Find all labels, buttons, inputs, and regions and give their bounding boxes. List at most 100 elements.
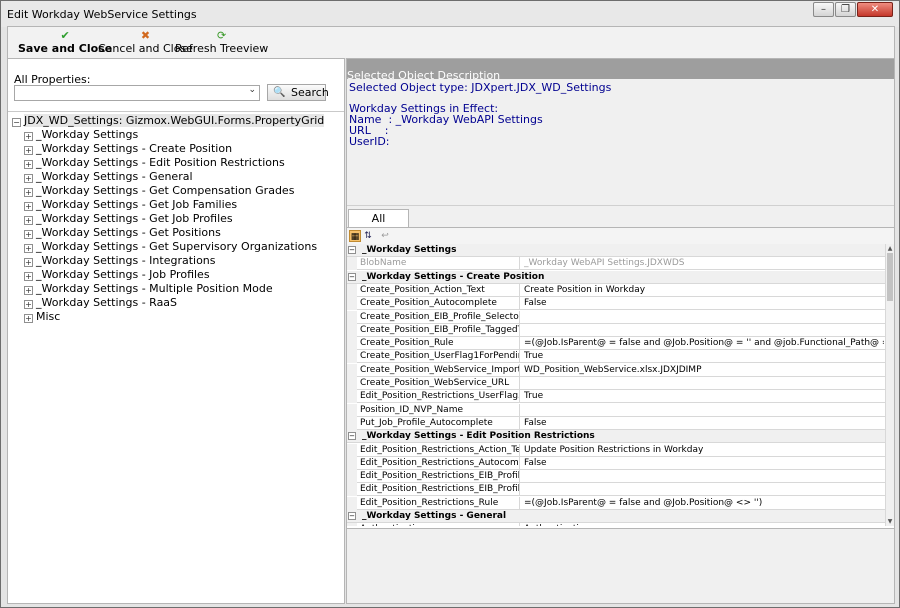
tree-item[interactable]: + _Workday Settings - Integrations bbox=[24, 254, 216, 268]
tree-root[interactable]: − JDX_WD_Settings: Gizmox.WebGUI.Forms.Pr… bbox=[12, 114, 325, 128]
refresh-treeview-button[interactable]: ⟳ Refresh Treeview bbox=[175, 29, 268, 55]
tree-item[interactable]: + _Workday Settings - Job Profiles bbox=[24, 268, 210, 282]
row-gutter bbox=[347, 363, 357, 377]
expand-icon[interactable]: + bbox=[24, 132, 33, 141]
grid-property-row[interactable]: Edit_Position_Restrictions_Autocomplete F… bbox=[347, 456, 885, 470]
grid-property-row[interactable]: Edit_Position_Restrictions_UserFlag5ForP… bbox=[347, 390, 885, 404]
grid-property-row[interactable]: Create_Position_Autocomplete False bbox=[347, 297, 885, 311]
grid-property-row[interactable]: Position_ID_NVP_Name bbox=[347, 403, 885, 417]
grid-property-row[interactable]: Edit_Position_Restrictions_Rule =(@Job.Is… bbox=[347, 496, 885, 510]
tree-item[interactable]: + _Workday Settings - Get Supervisory Org… bbox=[24, 240, 317, 254]
grid-category-row[interactable]: − _Workday Settings bbox=[347, 244, 885, 257]
collapse-icon[interactable]: − bbox=[348, 512, 356, 520]
collapse-icon[interactable]: − bbox=[348, 432, 356, 441]
grid-category-row[interactable]: − _Workday Settings - General bbox=[347, 510, 885, 523]
property-name: Create_Position_EIB_Profile_Selector bbox=[360, 310, 520, 324]
property-name: Create_Position_WebService_Import_Profil… bbox=[360, 363, 520, 377]
grid-property-row[interactable]: Edit_Position_Restrictions_EIB_Profile_S… bbox=[347, 470, 885, 484]
tree-item[interactable]: + _Workday Settings - General bbox=[24, 170, 193, 184]
tree-item-label: _Workday Settings - Get Job Profiles bbox=[36, 212, 233, 225]
expand-icon[interactable]: + bbox=[24, 272, 33, 281]
property-value[interactable]: =(@Job.IsParent@ = false and @Job.Positi… bbox=[524, 337, 884, 350]
tree-item[interactable]: + _Workday Settings - Edit Position Restr… bbox=[24, 156, 285, 170]
grid-property-row[interactable]: Authentication Authentication bbox=[347, 523, 885, 526]
tree-item[interactable]: + _Workday Settings - Get Compensation Gr… bbox=[24, 184, 294, 198]
row-gutter bbox=[347, 377, 357, 390]
grid-property-row[interactable]: Edit_Position_Restrictions_EIB_Profile_T… bbox=[347, 483, 885, 497]
scroll-up-icon[interactable]: ▲ bbox=[886, 244, 894, 253]
expand-icon[interactable]: + bbox=[24, 202, 33, 211]
property-value[interactable] bbox=[524, 470, 884, 483]
tree-item[interactable]: + _Workday Settings - RaaS bbox=[24, 296, 177, 310]
expand-icon[interactable]: + bbox=[24, 230, 33, 239]
property-name: Position_ID_NVP_Name bbox=[360, 403, 520, 417]
properties-combo[interactable]: ⌄ bbox=[14, 85, 260, 101]
property-value[interactable]: Authentication bbox=[524, 523, 884, 526]
property-value[interactable] bbox=[524, 377, 884, 390]
grid-property-row[interactable]: Put_Job_Profile_Autocomplete False bbox=[347, 416, 885, 430]
property-name: BlobName bbox=[360, 257, 520, 271]
tree-item[interactable]: + Misc bbox=[24, 310, 60, 324]
chevron-down-icon[interactable]: ⌄ bbox=[248, 85, 256, 95]
close-icon[interactable]: ✕ bbox=[857, 2, 893, 17]
property-value[interactable]: Create Position in Workday bbox=[524, 284, 884, 297]
expand-icon[interactable]: + bbox=[24, 314, 33, 323]
property-value[interactable] bbox=[524, 483, 884, 496]
property-value[interactable]: False bbox=[524, 297, 884, 310]
tree-item-label: _Workday Settings - Integrations bbox=[36, 254, 216, 267]
property-value[interactable]: True bbox=[524, 390, 884, 403]
tree-item[interactable]: + _Workday Settings bbox=[24, 128, 138, 142]
categorized-icon[interactable]: ▦ bbox=[349, 230, 361, 242]
restore-icon[interactable]: ❐ bbox=[835, 2, 856, 17]
property-pages-icon[interactable]: ↩ bbox=[379, 230, 391, 242]
tree-item[interactable]: + _Workday Settings - Get Positions bbox=[24, 226, 221, 240]
collapse-icon[interactable]: − bbox=[348, 272, 356, 281]
collapse-icon[interactable]: − bbox=[348, 246, 356, 254]
property-value[interactable]: =(@Job.IsParent@ = false and @Job.Positi… bbox=[524, 497, 884, 510]
grid-property-row[interactable]: Create_Position_WebService_Import_Profil… bbox=[347, 363, 885, 377]
sort-alphabetical-icon[interactable]: ⇅ bbox=[362, 230, 374, 242]
property-value[interactable]: WD_Position_WebService.xlsx.JDXJDIMP bbox=[524, 364, 884, 377]
grid-scrollbar[interactable]: ▲ ▼ bbox=[885, 244, 894, 526]
expand-icon[interactable]: + bbox=[24, 216, 33, 225]
expand-icon[interactable]: + bbox=[24, 286, 33, 295]
expand-icon[interactable]: + bbox=[24, 146, 33, 155]
property-value[interactable]: Update Position Restrictions in Workday bbox=[524, 444, 884, 457]
collapse-icon[interactable]: − bbox=[12, 118, 21, 127]
tree-item[interactable]: + _Workday Settings - Multiple Position M… bbox=[24, 282, 273, 296]
grid-property-row[interactable]: Create_Position_UserFlag1ForPending True bbox=[347, 350, 885, 364]
expand-icon[interactable]: + bbox=[24, 258, 33, 267]
expand-icon[interactable]: + bbox=[24, 244, 33, 253]
grid-property-row[interactable]: Create_Position_Rule =(@Job.IsParent@ = f… bbox=[347, 337, 885, 351]
expand-icon[interactable]: + bbox=[24, 160, 33, 169]
tab-all-properties[interactable]: All Properties bbox=[348, 209, 409, 242]
expand-icon[interactable]: + bbox=[24, 300, 33, 309]
tree-item[interactable]: + _Workday Settings - Get Job Families bbox=[24, 198, 237, 212]
grid-category-row[interactable]: − _Workday Settings - Create Position bbox=[347, 270, 885, 284]
divider bbox=[8, 111, 344, 112]
grid-category-row[interactable]: − _Workday Settings - Edit Position Restr… bbox=[347, 430, 885, 444]
property-value[interactable] bbox=[524, 404, 884, 417]
grid-property-row[interactable]: BlobName _Workday WebAPI Settings.JDXWDS bbox=[347, 257, 885, 271]
scroll-thumb[interactable] bbox=[887, 253, 893, 301]
search-button[interactable]: 🔍 Search bbox=[267, 84, 329, 101]
scroll-down-icon[interactable]: ▼ bbox=[886, 517, 894, 526]
expand-icon[interactable]: + bbox=[24, 174, 33, 183]
property-value[interactable]: False bbox=[524, 457, 884, 470]
property-value[interactable]: True bbox=[524, 350, 884, 363]
settings-userid-text: UserID: bbox=[349, 135, 390, 148]
property-value[interactable] bbox=[524, 311, 884, 324]
expand-icon[interactable]: + bbox=[24, 188, 33, 197]
property-value[interactable] bbox=[524, 324, 884, 337]
tree-item[interactable]: + _Workday Settings - Get Job Profiles bbox=[24, 212, 233, 226]
minimize-icon[interactable]: – bbox=[813, 2, 834, 17]
tree-item-label: _Workday Settings - Job Profiles bbox=[36, 268, 210, 281]
grid-property-row[interactable]: Create_Position_Action_Text Create Positi… bbox=[347, 283, 885, 297]
tree-item[interactable]: + _Workday Settings - Create Position bbox=[24, 142, 232, 156]
grid-property-row[interactable]: Edit_Position_Restrictions_Action_Text Up… bbox=[347, 443, 885, 457]
grid-property-row[interactable]: Create_Position_EIB_Profile_TaggedText bbox=[347, 323, 885, 337]
grid-property-row[interactable]: Create_Position_WebService_URL bbox=[347, 377, 885, 390]
grid-property-row[interactable]: Create_Position_EIB_Profile_Selector bbox=[347, 310, 885, 324]
property-value[interactable]: False bbox=[524, 417, 884, 430]
left-pane: All Properties: ⌄ 🔍 Search − JDX_WD_Setti… bbox=[7, 58, 345, 604]
